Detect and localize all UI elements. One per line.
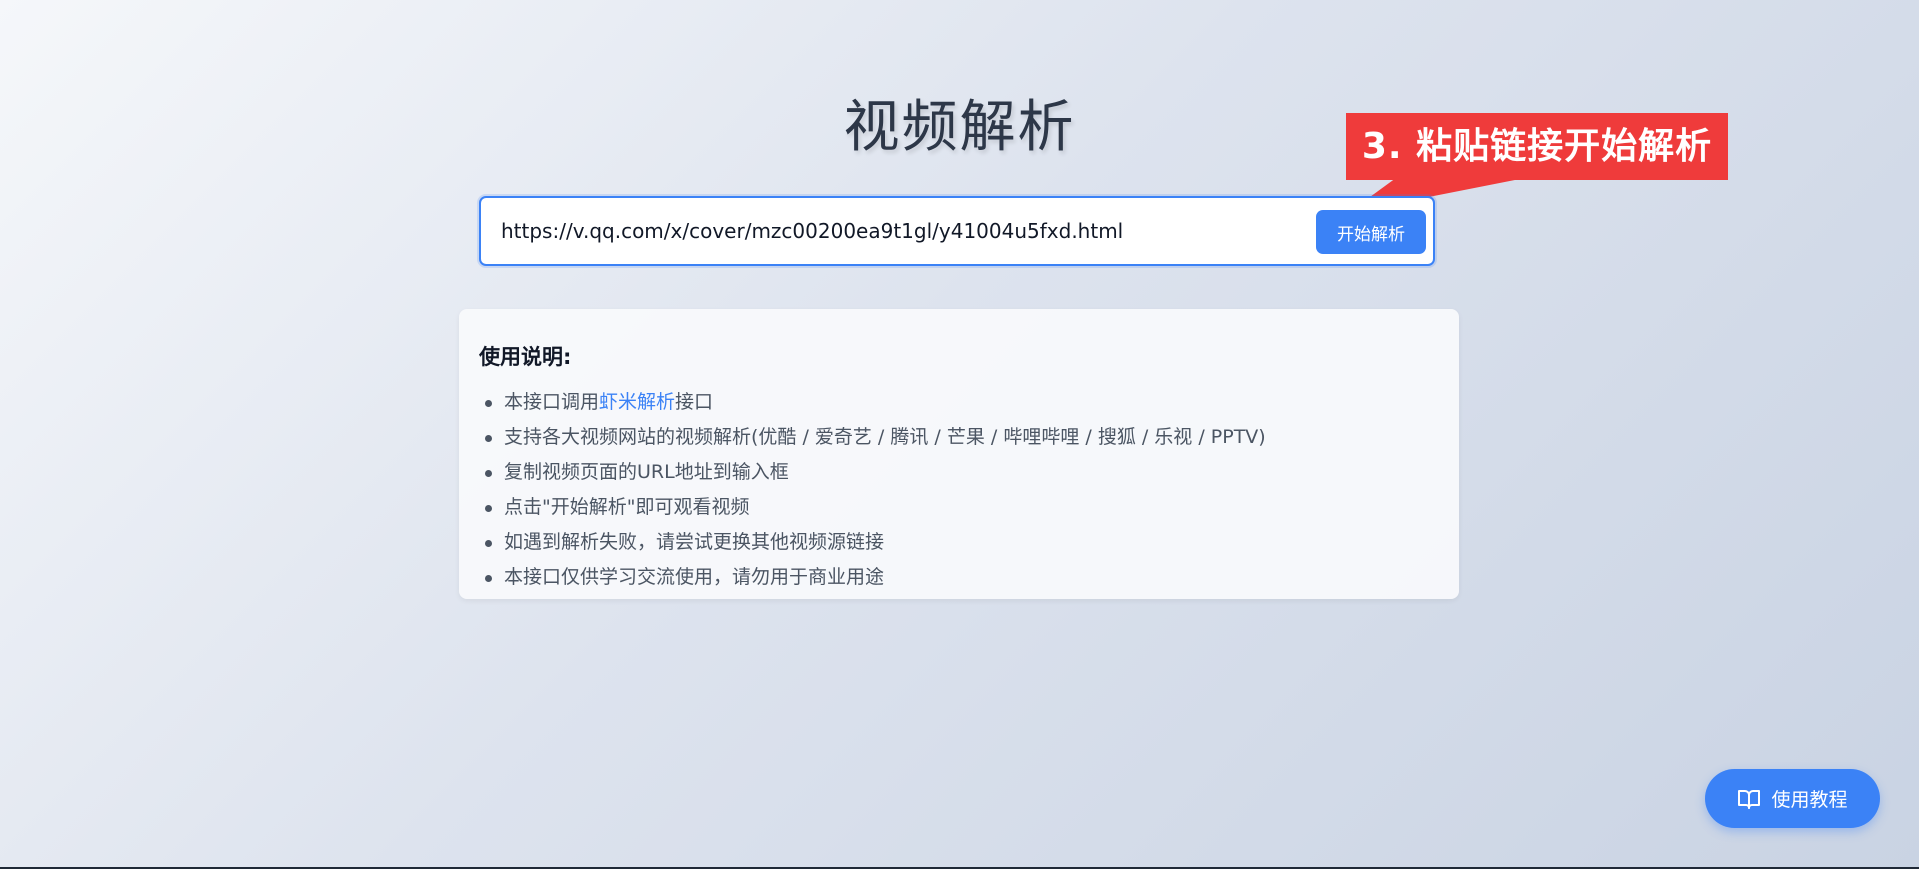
list-item: 点击"开始解析"即可观看视频	[479, 490, 1439, 525]
usage-instructions-card: 使用说明: 本接口调用虾米解析接口 支持各大视频网站的视频解析(优酷 / 爱奇艺…	[459, 309, 1459, 599]
tutorial-button[interactable]: 使用教程	[1705, 769, 1880, 828]
xiami-parse-link[interactable]: 虾米解析	[599, 391, 675, 413]
tutorial-button-label: 使用教程	[1771, 789, 1848, 811]
list-item: 复制视频页面的URL地址到输入框	[479, 455, 1439, 490]
list-item: 支持各大视频网站的视频解析(优酷 / 爱奇艺 / 腾讯 / 芒果 / 哔哩哔哩 …	[479, 420, 1439, 455]
list-item-text: 接口	[675, 391, 714, 413]
list-item-text: 本接口调用	[504, 391, 600, 413]
url-input[interactable]	[501, 198, 1301, 264]
book-icon	[1738, 789, 1761, 809]
instructions-list: 本接口调用虾米解析接口 支持各大视频网站的视频解析(优酷 / 爱奇艺 / 腾讯 …	[479, 385, 1439, 595]
list-item: 如遇到解析失败，请尝试更换其他视频源链接	[479, 525, 1439, 560]
instructions-title: 使用说明:	[479, 345, 572, 369]
list-item: 本接口仅供学习交流使用，请勿用于商业用途	[479, 560, 1439, 595]
start-parse-button[interactable]: 开始解析	[1316, 210, 1426, 254]
list-item: 本接口调用虾米解析接口	[479, 385, 1439, 420]
search-box: 开始解析	[479, 196, 1435, 266]
annotation-callout: 3. 粘贴链接开始解析	[1346, 113, 1728, 180]
